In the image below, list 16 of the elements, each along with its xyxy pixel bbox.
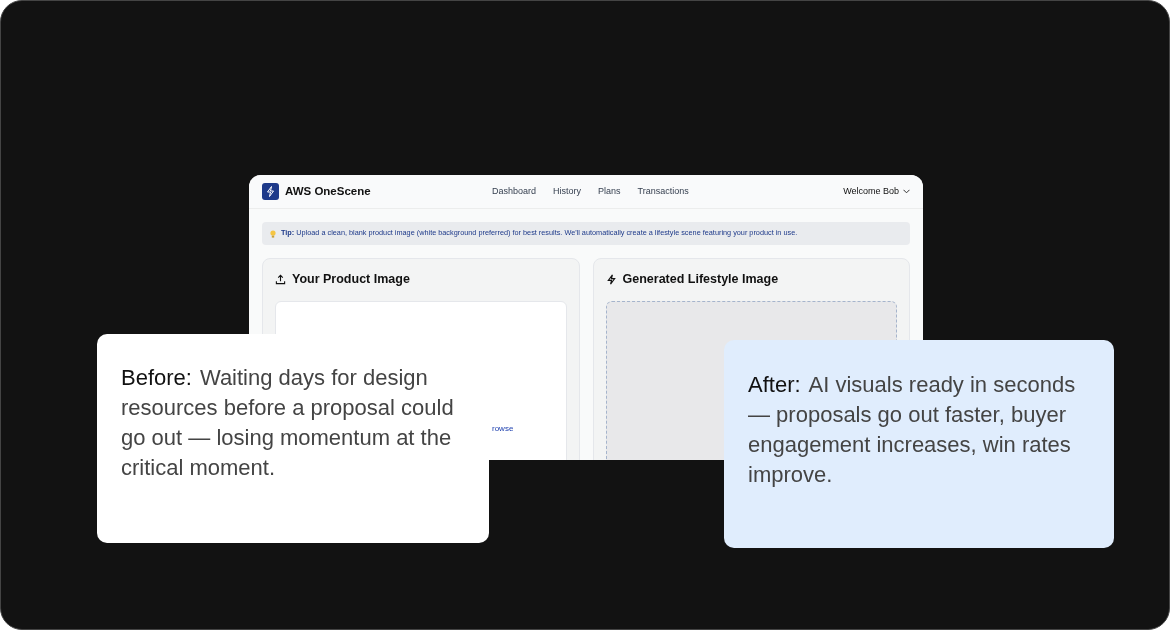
lightning-icon bbox=[605, 273, 617, 285]
panel-title: Generated Lifestyle Image bbox=[622, 270, 779, 288]
brand-name: AWS OneScene bbox=[285, 183, 371, 199]
nav-link[interactable]: History bbox=[553, 184, 582, 199]
user-menu[interactable]: Welcome Bob bbox=[843, 184, 910, 199]
lightbulb-icon bbox=[270, 229, 276, 238]
panel-title: Your Product Image bbox=[292, 270, 410, 288]
logo-icon bbox=[262, 183, 279, 200]
nav-link[interactable]: Plans bbox=[598, 184, 621, 199]
nav-link[interactable]: Dashboard bbox=[492, 184, 537, 199]
upload-icon bbox=[275, 273, 286, 285]
callout-text: After: AI visuals ready in seconds — proposals go out faster, buyer engagement increases, win rates improve. bbox=[748, 371, 1077, 489]
callout-text: Before: Waiting days for design resources before a proposal could go out — losing momentum at the critical moment. bbox=[121, 364, 455, 482]
chevron-down-icon bbox=[903, 189, 910, 194]
nav-link[interactable]: Transactions bbox=[637, 184, 689, 199]
browse-link[interactable]: rowse bbox=[492, 423, 514, 435]
